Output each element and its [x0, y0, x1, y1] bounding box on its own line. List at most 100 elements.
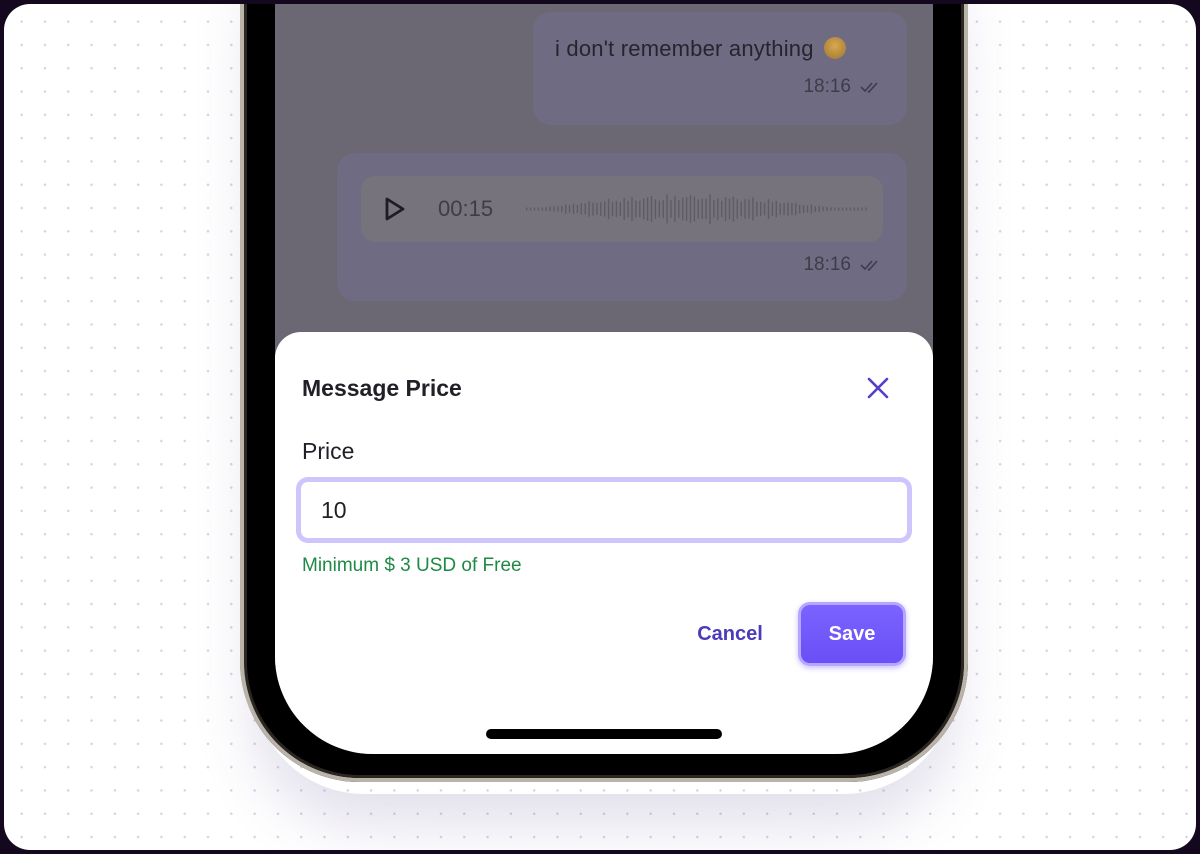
waveform-bar — [654, 199, 657, 219]
waveform-bar — [802, 204, 805, 214]
waveform[interactable] — [524, 188, 874, 230]
waveform-bar — [705, 198, 707, 220]
waveform-bar — [580, 203, 582, 215]
waveform-bar — [650, 195, 653, 223]
waveform-bar — [553, 206, 555, 212]
waveform-bar — [619, 202, 621, 216]
waveform-bar — [810, 204, 813, 214]
waveform-bar — [689, 195, 692, 223]
waveform-bar — [717, 198, 719, 220]
waveform-bar — [736, 199, 738, 219]
waveform-bar — [756, 201, 758, 217]
waveform-bar — [549, 206, 551, 212]
waveform-bar — [721, 200, 723, 218]
waveform-bar — [635, 200, 637, 218]
waveform-bar — [841, 207, 844, 211]
waveform-bar — [584, 203, 586, 215]
waveform-bar — [600, 202, 602, 216]
waveform-bar — [818, 206, 820, 212]
waveform-bar — [771, 202, 774, 216]
message-bubble-text[interactable]: i don't remember anything 18:16 — [533, 12, 907, 125]
sheet-title: Message Price — [302, 375, 462, 401]
waveform-bar — [834, 207, 836, 211]
waveform-bar — [662, 200, 664, 218]
waveform-bar — [795, 202, 797, 216]
waveform-bar — [670, 200, 672, 218]
waveform-bar — [845, 207, 848, 211]
waveform-bar — [760, 201, 762, 217]
waveform-bar — [830, 207, 832, 211]
waveform-bar — [623, 198, 625, 220]
waveform-bar — [861, 207, 863, 211]
waveform-bar — [826, 206, 828, 212]
waveform-bar — [744, 199, 746, 219]
waveform-bar — [775, 200, 777, 218]
cancel-button[interactable]: Cancel — [685, 606, 775, 662]
waveform-bar — [568, 205, 571, 213]
waveform-bar — [678, 200, 680, 218]
price-input-container[interactable] — [296, 477, 912, 543]
waveform-bar — [783, 203, 785, 215]
waveform-bar — [748, 199, 750, 219]
waveform-bar — [588, 201, 590, 217]
play-icon[interactable] — [383, 196, 407, 222]
price-input[interactable] — [301, 482, 907, 538]
waveform-bar — [752, 197, 754, 221]
close-icon[interactable] — [862, 372, 894, 404]
canvas-background: i don't remember anything 18:16 00:15 18… — [4, 4, 1196, 850]
waveform-bar — [604, 201, 606, 217]
waveform-bar — [643, 198, 645, 220]
price-label: Price — [302, 438, 355, 464]
message-text: i don't remember anything — [555, 36, 814, 61]
waveform-bar — [658, 200, 660, 218]
waveform-bar — [857, 207, 859, 211]
waveform-bar — [806, 205, 809, 213]
waveform-bar — [740, 201, 742, 217]
voice-duration: 00:15 — [438, 196, 494, 221]
waveform-bar — [576, 204, 579, 214]
waveform-bar — [526, 207, 528, 211]
waveform-bar — [533, 207, 536, 211]
waveform-bar — [674, 195, 676, 223]
message-time: 18:16 — [803, 76, 851, 97]
waveform-bar — [537, 207, 540, 211]
waveform-bar — [545, 207, 547, 211]
waveform-bar — [639, 200, 641, 218]
waveform-bar — [541, 207, 543, 211]
waveform-bar — [767, 199, 770, 219]
waveform-bar — [607, 198, 610, 220]
message-time: 18:16 — [803, 254, 851, 275]
waveform-bar — [763, 202, 766, 216]
waveform-bar — [572, 203, 575, 215]
waveform-bar — [611, 201, 614, 217]
waveform-bar — [557, 206, 559, 212]
waveform-bar — [728, 198, 731, 220]
waveform-bar — [561, 205, 563, 213]
waveform-bar — [685, 197, 688, 221]
waveform-bar — [592, 202, 594, 216]
waveform-bar — [596, 203, 598, 215]
message-meta: 18:16 — [803, 76, 885, 98]
laughing-emoji-icon — [823, 37, 846, 59]
waveform-bar — [709, 194, 711, 224]
waveform-bar — [682, 197, 684, 221]
waveform-bar — [853, 207, 855, 211]
waveform-bar — [787, 202, 789, 216]
waveform-bar — [724, 196, 727, 222]
double-check-icon — [860, 260, 878, 272]
waveform-bar — [838, 207, 840, 211]
waveform-bar — [849, 207, 852, 211]
waveform-bar — [631, 196, 633, 222]
waveform-bar — [701, 198, 703, 220]
waveform-bar — [615, 200, 618, 218]
waveform-bar — [666, 194, 668, 224]
waveform-bar — [565, 204, 567, 214]
waveform-bar — [799, 204, 801, 214]
waveform-bar — [791, 202, 793, 216]
save-button[interactable]: Save — [798, 602, 906, 666]
message-bubble-voice: 00:15 18:16 — [337, 153, 907, 301]
waveform-bar — [822, 206, 824, 212]
waveform-bar — [865, 207, 867, 211]
message-meta: 18:16 — [803, 254, 885, 276]
message-price-sheet: Message Price Price Minimum $ 3 USD of F… — [275, 332, 933, 754]
